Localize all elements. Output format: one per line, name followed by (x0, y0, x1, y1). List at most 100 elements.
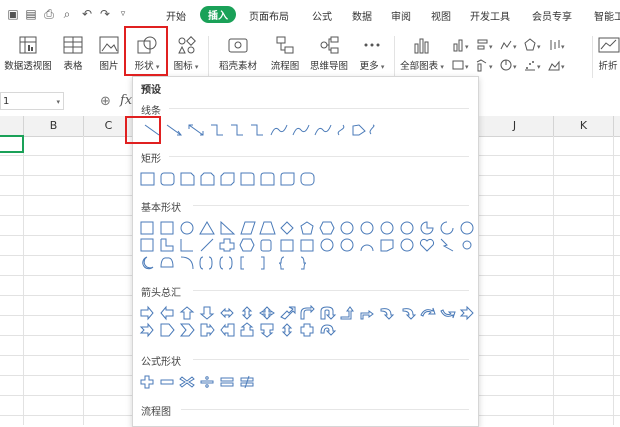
rectangle-icon[interactable] (140, 172, 155, 186)
curved-down-arrow-icon[interactable] (440, 309, 456, 319)
curve-icon[interactable] (337, 124, 345, 136)
map-chart-icon[interactable]: ▾ (452, 58, 472, 72)
column-header-b[interactable]: B (24, 116, 84, 136)
scatter-chart-icon[interactable]: ▾ (524, 58, 544, 72)
selected-cell[interactable] (0, 135, 24, 153)
tab-smart[interactable]: 智能工 (594, 8, 620, 23)
smiley-face-icon[interactable] (400, 238, 414, 252)
quad-arrow-callout-icon[interactable] (300, 323, 314, 337)
print-icon[interactable]: ⎙ (42, 7, 56, 21)
curve-arrow-icon[interactable] (292, 124, 310, 136)
circular-arrow-icon[interactable] (320, 324, 337, 336)
stock-chart-icon[interactable]: ▾ (548, 38, 568, 52)
plaque-icon[interactable] (239, 238, 255, 252)
pie-chart-icon[interactable]: ▾ (500, 58, 520, 72)
tab-view[interactable]: 视图 (431, 8, 451, 23)
table-button[interactable]: 表格 (58, 30, 88, 84)
corner-cell[interactable] (0, 116, 24, 136)
trapezoid-icon[interactable] (259, 221, 276, 235)
hexagon-icon[interactable] (319, 221, 335, 235)
snip-diagonal-icon[interactable] (220, 172, 235, 186)
right-triangle-icon[interactable] (220, 220, 236, 235)
file-icon[interactable]: ▣ (6, 7, 20, 21)
down-arrow-callout-icon[interactable] (260, 323, 274, 338)
freeform-icon[interactable] (352, 124, 366, 136)
shape-row-rectangles[interactable] (139, 171, 319, 187)
up-arrow-icon[interactable] (179, 306, 195, 320)
folded-corner-icon[interactable] (380, 239, 394, 252)
bent-up-arrow-icon[interactable] (360, 310, 374, 320)
minus-icon[interactable] (160, 379, 174, 385)
cube-icon[interactable] (280, 239, 294, 252)
equal-icon[interactable] (220, 377, 234, 382)
teardrop-icon[interactable] (460, 221, 474, 235)
left-brace-icon[interactable] (278, 256, 285, 270)
curved-up-arrow-icon[interactable] (420, 307, 436, 317)
oval-icon[interactable] (180, 221, 194, 235)
decagon-icon[interactable] (380, 221, 394, 235)
tab-member[interactable]: 会员专享 (532, 8, 572, 23)
lightning-bolt-icon[interactable] (440, 238, 454, 252)
elbow-arrow-icon[interactable] (231, 124, 243, 136)
tab-page-layout[interactable]: 页面布局 (249, 8, 289, 23)
no-symbol-icon[interactable] (340, 238, 354, 252)
snip-rectangle-icon[interactable] (180, 172, 195, 186)
sparkline-button[interactable]: 折折 (596, 30, 620, 84)
name-box[interactable]: 1 ▾ (0, 92, 64, 110)
can-icon[interactable] (260, 239, 272, 252)
round-single-corner-icon[interactable] (240, 172, 255, 186)
shape-row-equation[interactable] (139, 374, 259, 390)
left-bracket-icon[interactable] (240, 256, 244, 270)
save-icon[interactable]: ▤ (24, 7, 38, 21)
column-chart-icon[interactable]: ▾ (452, 38, 472, 52)
preview-icon[interactable]: ⌕ (60, 7, 74, 21)
up-arrow-callout-icon[interactable] (240, 322, 254, 337)
quad-arrow-icon[interactable] (259, 306, 275, 320)
line-chart-icon[interactable]: ▾ (500, 38, 520, 52)
undo-icon[interactable]: ↶ (80, 7, 94, 21)
right-bracket-icon[interactable] (261, 256, 265, 270)
chevron-arrow-icon[interactable] (179, 323, 195, 337)
frame-icon[interactable] (140, 238, 154, 252)
picture-button[interactable]: 图片 (94, 30, 124, 84)
rounded-rectangle-icon[interactable] (160, 172, 175, 186)
up-down-arrow-icon[interactable] (241, 306, 253, 320)
octagon-icon[interactable] (360, 221, 374, 235)
u-turn-arrow-icon[interactable] (320, 306, 337, 320)
triangle-icon[interactable] (199, 221, 215, 235)
radar-chart-icon[interactable]: ▾ (524, 38, 544, 52)
zoom-icon[interactable]: ⊕ (100, 94, 111, 109)
curved-left-arrow-icon[interactable] (402, 308, 417, 320)
dodecagon-icon[interactable] (400, 221, 414, 235)
donut-icon[interactable] (320, 238, 334, 252)
double-brace-icon[interactable] (219, 256, 233, 270)
down-arrow-icon[interactable] (199, 306, 215, 320)
cross-icon[interactable] (219, 238, 235, 252)
moon-icon[interactable] (142, 256, 154, 270)
tab-insert[interactable]: 插入 (200, 6, 236, 23)
l-shape-icon[interactable] (180, 239, 193, 252)
tab-start[interactable]: 开始 (166, 8, 186, 23)
fx-icon[interactable]: fx (120, 93, 132, 108)
shape-row-lines[interactable] (139, 122, 379, 138)
notched-right-arrow-icon[interactable] (139, 322, 154, 338)
left-right-arrow-icon[interactable] (220, 307, 234, 319)
heptagon-icon[interactable] (340, 221, 354, 235)
combo-chart-icon[interactable]: ▾ (476, 58, 496, 72)
vertical-textbox-icon[interactable] (160, 221, 174, 235)
diagonal-stripe-icon[interactable] (200, 238, 214, 252)
column-header-j[interactable]: J (476, 116, 554, 136)
arc-icon[interactable] (180, 256, 194, 270)
tab-formula[interactable]: 公式 (312, 8, 332, 23)
bevel-icon[interactable] (300, 239, 314, 252)
chord-icon[interactable] (440, 221, 454, 235)
tab-developer[interactable]: 开发工具 (470, 8, 510, 23)
elbow-connector-icon[interactable] (211, 124, 223, 136)
bar-chart-h-icon[interactable]: ▾ (476, 38, 496, 52)
column-header-k[interactable]: K (554, 116, 614, 136)
curve-connector-icon[interactable] (270, 124, 288, 136)
block-arc-icon[interactable] (360, 244, 374, 252)
pivot-chart-button[interactable]: 数据透视图 (2, 30, 54, 84)
snip-same-side-icon[interactable] (200, 172, 215, 186)
left-right-arrow-callout-icon[interactable] (281, 323, 293, 337)
